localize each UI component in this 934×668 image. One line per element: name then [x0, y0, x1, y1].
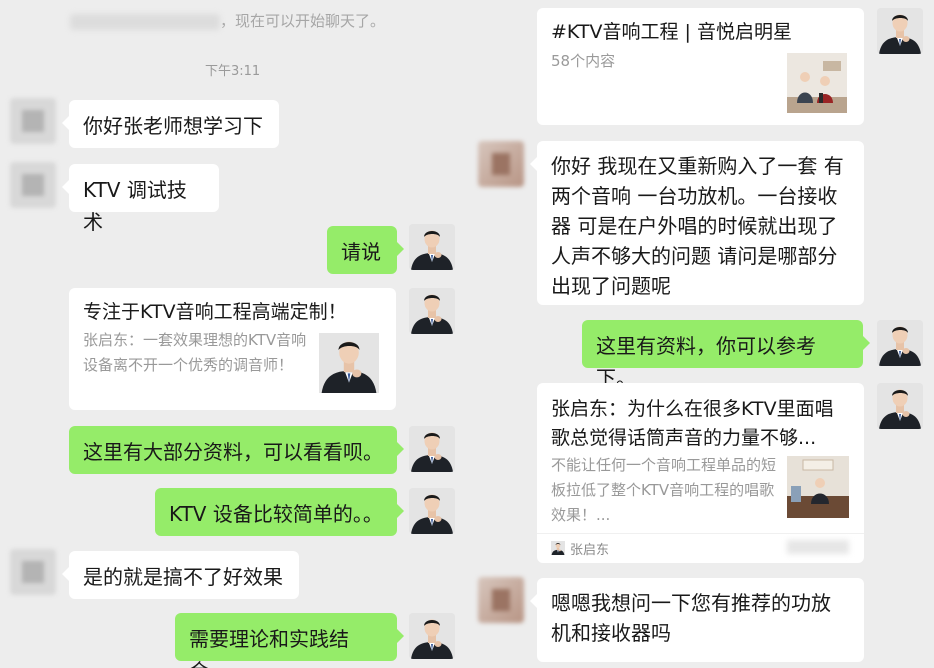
received-message: KTV 调试技术: [62, 164, 219, 234]
timestamp: 下午3:11: [205, 64, 261, 79]
contact-avatar[interactable]: [10, 549, 56, 595]
right-chat-pane: #KTV音响工程 | 音悦启明星 58个内容 你好 我现在又重新购入了一套 有两…: [470, 0, 934, 668]
system-notice: ，现在可以开始聊天了。: [70, 10, 385, 31]
article-thumbnail: [787, 456, 849, 518]
sent-message: KTV 设备比较简单的。。: [155, 488, 404, 536]
card-thumbnail: [319, 333, 379, 393]
my-avatar[interactable]: [877, 8, 923, 54]
person-photo-icon: [877, 8, 923, 54]
card-description: 张启东：一套效果理想的KTV音响设备离不开一个优秀的调音师！: [83, 331, 307, 374]
person-photo-icon: [409, 288, 455, 334]
my-avatar[interactable]: [409, 426, 455, 472]
article-author: 张启东: [570, 543, 610, 558]
contact-avatar[interactable]: [10, 98, 56, 144]
person-photo-icon: [409, 613, 455, 659]
person-photo-icon: [409, 224, 455, 270]
topic-card[interactable]: #KTV音响工程 | 音悦启明星 58个内容: [537, 8, 864, 125]
my-avatar[interactable]: [877, 320, 923, 366]
article-card[interactable]: 张启东：为什么在很多KTV里面唱歌总觉得话筒声音的力量不够... 不能让任何一个…: [537, 383, 864, 563]
received-message: 你好张老师想学习下: [62, 100, 279, 148]
sent-message: 请说: [327, 226, 404, 274]
card-divider: [537, 533, 864, 534]
person-photo-icon: [877, 383, 923, 429]
my-avatar[interactable]: [409, 613, 455, 659]
my-avatar[interactable]: [409, 288, 455, 334]
received-message: 是的就是搞不了好效果: [62, 551, 299, 599]
received-message: 嗯嗯我想问一下您有推荐的功放机和接收器吗: [530, 578, 864, 662]
sent-message: 这里有资料，你可以参考下。: [582, 320, 870, 390]
article-title: 张启东：为什么在很多KTV里面唱歌总觉得话筒声音的力量不够...: [551, 398, 834, 449]
group-photo-icon: [787, 53, 847, 113]
sent-message: 需要理论和实践结合。: [175, 613, 404, 668]
my-avatar[interactable]: [409, 224, 455, 270]
my-avatar[interactable]: [409, 488, 455, 534]
card-title: 专注于KTV音响工程高端定制！: [83, 301, 347, 323]
link-card[interactable]: 专注于KTV音响工程高端定制！ 张启东：一套效果理想的KTV音响设备离不开一个优…: [69, 288, 396, 410]
person-photo-icon: [319, 333, 379, 393]
left-chat-pane: ，现在可以开始聊天了。 下午3:11 你好张老师想学习下 KTV 调试技术 请说…: [0, 0, 462, 668]
sent-message: 这里有大部分资料，可以看看呗。: [69, 426, 404, 474]
redacted-source: [787, 540, 849, 554]
person-photo-icon: [409, 488, 455, 534]
studio-photo-icon: [787, 456, 849, 518]
person-photo-icon: [877, 320, 923, 366]
contact-avatar[interactable]: [478, 577, 524, 623]
my-avatar[interactable]: [877, 383, 923, 429]
received-message: 你好 我现在又重新购入了一套 有两个音响 一台功放机。一台接收器 可是在户外唱的…: [530, 141, 864, 305]
redacted-name: [70, 13, 220, 30]
topic-count: 58个内容: [551, 52, 616, 70]
contact-avatar[interactable]: [10, 162, 56, 208]
author-avatar-icon: [551, 541, 565, 555]
topic-thumbnail: [787, 53, 847, 113]
contact-avatar[interactable]: [478, 141, 524, 187]
topic-title: #KTV音响工程 | 音悦启明星: [551, 21, 792, 43]
article-description: 不能让任何一个音响工程单品的短板拉低了整个KTV音响工程的唱歌效果！...: [551, 456, 777, 524]
person-photo-icon: [409, 426, 455, 472]
